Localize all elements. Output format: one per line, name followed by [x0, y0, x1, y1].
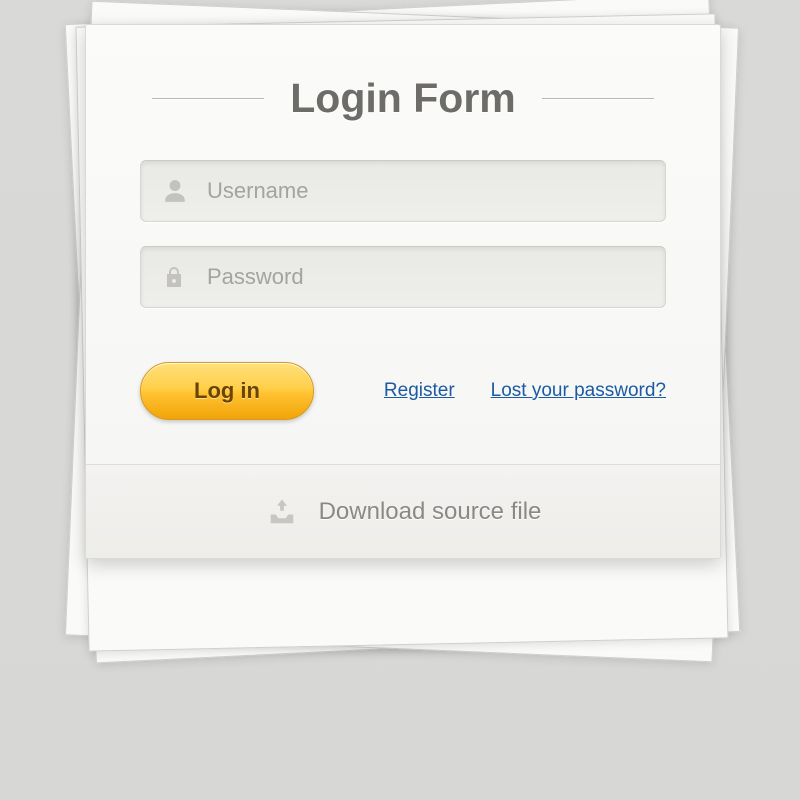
username-input[interactable] — [140, 160, 666, 222]
user-icon — [162, 178, 188, 204]
footer: Download source file — [86, 464, 720, 558]
password-input[interactable] — [140, 246, 666, 308]
lost-password-link[interactable]: Lost your password? — [491, 380, 666, 402]
username-field-wrap — [140, 160, 666, 222]
heading: Login Form — [86, 75, 720, 122]
password-field-wrap — [140, 246, 666, 308]
download-source-link[interactable]: Download source file — [319, 498, 542, 526]
register-link[interactable]: Register — [384, 380, 455, 402]
page-title: Login Form — [290, 75, 515, 122]
login-button[interactable]: Log in — [140, 362, 314, 420]
rule-left — [152, 98, 264, 100]
lock-icon — [162, 264, 186, 290]
download-icon — [265, 497, 299, 527]
rule-right — [542, 98, 654, 100]
login-card: Login Form Log in Register Lost your pas… — [85, 24, 721, 559]
